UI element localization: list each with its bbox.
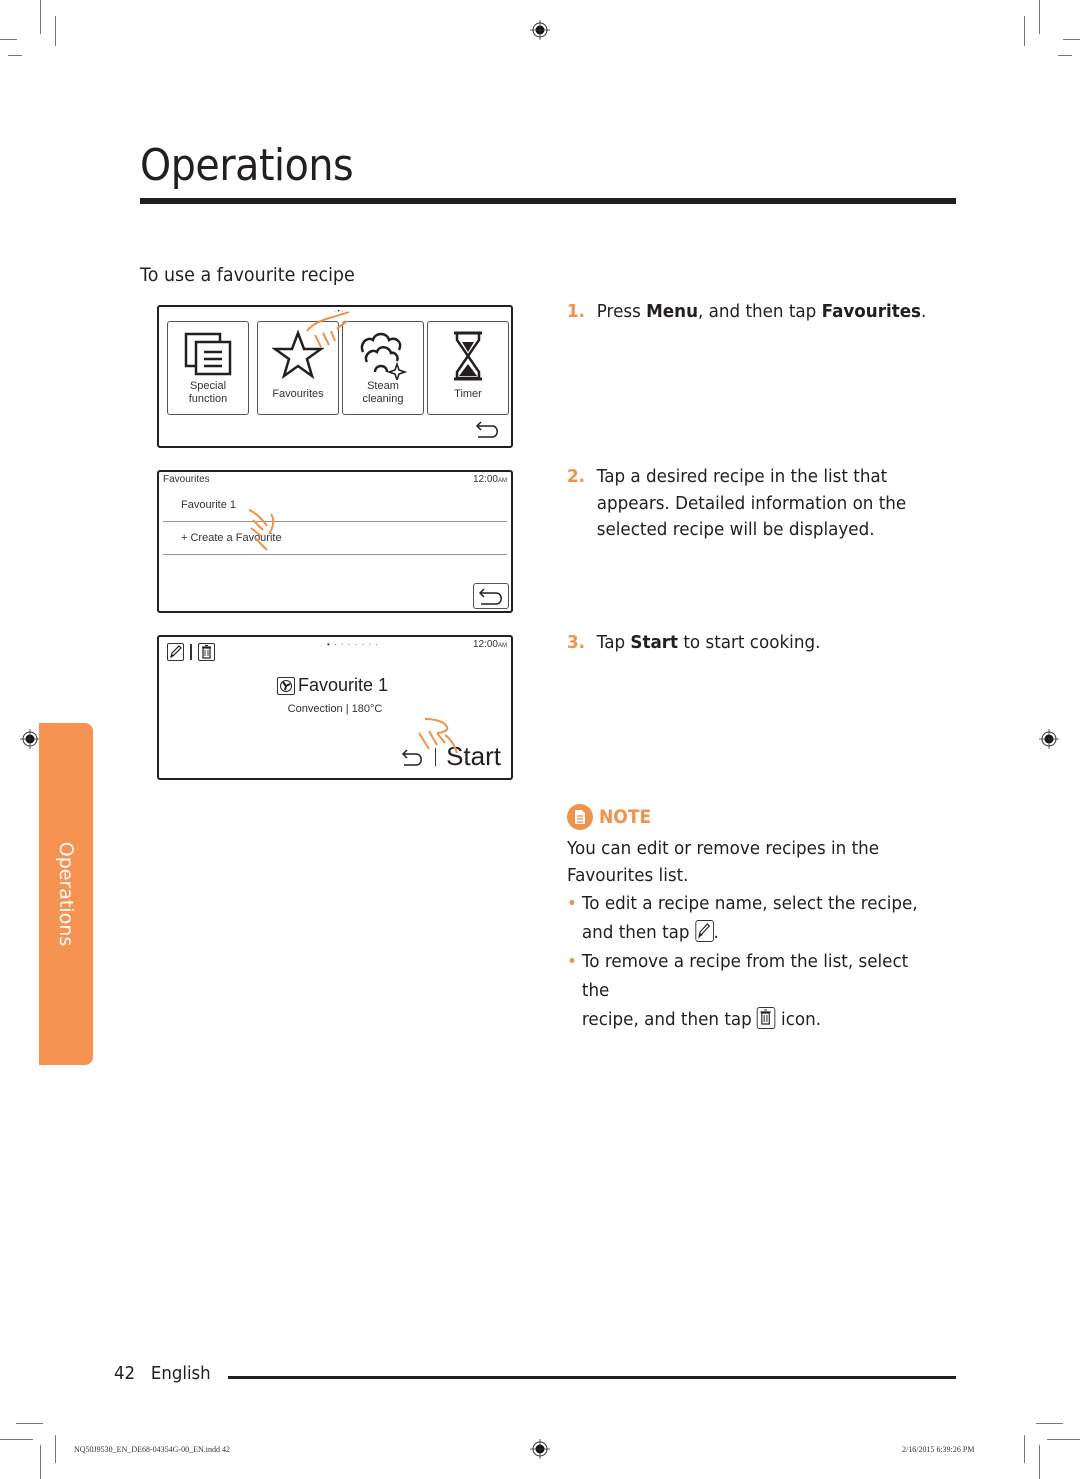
page-dots: · • · (334, 309, 344, 315)
crop-mark (1047, 1439, 1080, 1440)
note-icon (567, 804, 593, 830)
hourglass-icon (454, 331, 482, 381)
registration-mark-icon (530, 1439, 550, 1459)
crop-mark (1024, 1435, 1025, 1463)
trash-icon (202, 645, 211, 659)
back-icon[interactable] (401, 746, 425, 768)
steam-cleaning-icon (360, 332, 408, 380)
start-row: Start (401, 741, 501, 772)
tile-label: Favourites (272, 388, 324, 400)
edit-button[interactable] (167, 643, 184, 661)
recipe-detail-screen: • · · · · · · · 12:00AM Favourite 1 Conv… (157, 635, 513, 780)
page-number: 42 (114, 1363, 136, 1384)
slug-date: 2/16/2015 6:39:26 PM (902, 1445, 975, 1454)
note-header: NOTE (567, 804, 657, 830)
note-bullet-edit: To edit a recipe name, select the recipe… (567, 889, 939, 947)
page-language: English (150, 1363, 211, 1384)
recipe-title: Favourite 1 (277, 675, 388, 696)
back-icon[interactable] (475, 418, 501, 440)
step-2: 2. Tap a desired recipe in the list that… (567, 466, 907, 540)
note-bullet-remove: To remove a recipe from the list, select… (567, 947, 939, 1034)
footer-rule (228, 1376, 956, 1379)
list-item-favourite-1[interactable]: Favourite 1 (163, 489, 507, 522)
step-3: 3. Tap Start to start cooking. (567, 632, 821, 653)
separator (190, 644, 192, 660)
recipe-details: Convection | 180°C (287, 703, 383, 715)
tile-label: Timer (454, 388, 482, 400)
crop-mark (1063, 39, 1080, 40)
delete-button[interactable] (198, 643, 215, 661)
tile-special-function[interactable]: Special function (167, 321, 249, 415)
list-item-create-favourite[interactable]: + Create a Favourite (163, 522, 507, 555)
registration-mark-icon (1039, 729, 1059, 749)
crop-mark (55, 1435, 56, 1463)
crop-mark (1024, 16, 1025, 46)
note-body: You can edit or remove recipes in the Fa… (567, 836, 939, 1034)
note-label: NOTE (599, 806, 652, 828)
step-1: 1. Press Menu, and then tap Favourites. (567, 301, 927, 322)
crop-mark (0, 39, 17, 40)
tile-timer[interactable]: Timer (427, 321, 509, 415)
crop-mark (1039, 1445, 1040, 1479)
screen-header: Favourites (163, 474, 210, 485)
crop-mark (55, 16, 56, 46)
tile-label: Steam cleaning (362, 380, 404, 405)
star-icon (272, 330, 324, 380)
registration-mark-icon (20, 729, 40, 749)
crop-mark (1036, 1423, 1063, 1424)
crop-mark (40, 0, 41, 34)
section-heading: To use a favourite recipe (140, 264, 355, 286)
slug-filename: NQ50J9530_EN_DE68-04354G-00_EN.indd 42 (74, 1445, 230, 1454)
page-dots: • · · · · · · · (327, 640, 380, 649)
crop-mark (1058, 55, 1072, 56)
registration-mark-icon (530, 20, 550, 40)
page-footer: 42 English (114, 1363, 211, 1384)
pencil-icon (170, 645, 182, 659)
menu-screen: · • · Special function Favourites Steam cl… (157, 305, 513, 448)
tile-favourites[interactable]: Favourites (257, 321, 339, 415)
tile-label: Special function (188, 380, 228, 405)
recipe-name: Favourite 1 (298, 675, 389, 695)
title-rule (140, 198, 956, 204)
clock: 12:00AM (472, 474, 507, 485)
crop-mark (16, 1423, 43, 1424)
note-intro: You can edit or remove recipes in the Fa… (567, 838, 880, 886)
separator (434, 747, 437, 766)
crop-mark (40, 1445, 41, 1479)
back-button[interactable] (473, 583, 509, 609)
side-tab-operations: Operations (39, 723, 93, 1065)
crop-mark (1039, 0, 1040, 34)
page-title: Operations (140, 140, 354, 191)
crop-mark (8, 55, 22, 56)
trash-icon (757, 1007, 776, 1029)
tile-steam-cleaning[interactable]: Steam cleaning (342, 321, 424, 415)
special-function-icon (184, 332, 232, 376)
crop-mark (0, 1439, 33, 1440)
back-icon (478, 588, 502, 605)
pencil-icon (694, 920, 714, 942)
favourites-list-screen: Favourites 12:00AM Favourite 1 + Create … (157, 470, 513, 613)
start-button[interactable]: Start (446, 741, 501, 772)
convection-fan-icon (277, 676, 295, 695)
clock: 12:00AM (472, 639, 507, 650)
